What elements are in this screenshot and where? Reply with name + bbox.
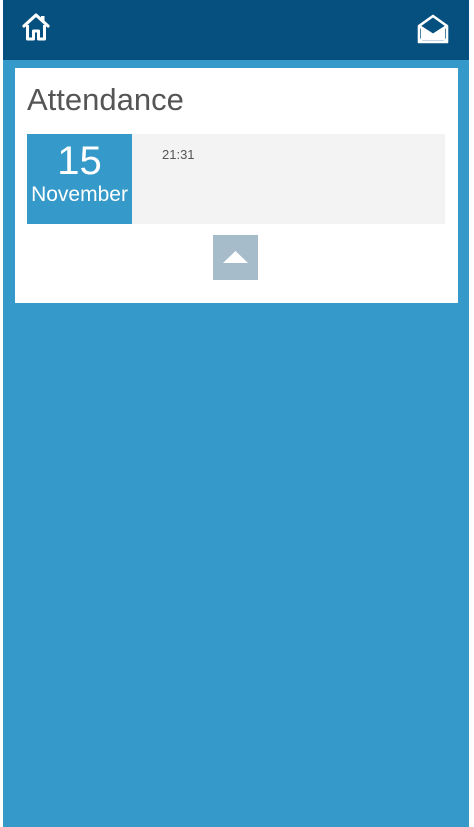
- date-day: 15: [57, 139, 102, 183]
- caret-up-icon: [223, 251, 248, 263]
- collapse-button[interactable]: [213, 235, 258, 280]
- app-frame: Attendance 15 November 21:31: [3, 0, 469, 827]
- date-box: 15 November: [27, 134, 132, 224]
- card-title: Attendance: [27, 82, 184, 117]
- envelope-open-icon[interactable]: [417, 14, 449, 44]
- top-bar: [3, 0, 469, 60]
- home-icon[interactable]: [21, 13, 51, 41]
- entry-time: 21:31: [162, 147, 195, 162]
- attendance-card: Attendance 15 November 21:31: [15, 68, 458, 303]
- date-month: November: [31, 183, 128, 206]
- attendance-entry[interactable]: 15 November 21:31: [27, 134, 445, 224]
